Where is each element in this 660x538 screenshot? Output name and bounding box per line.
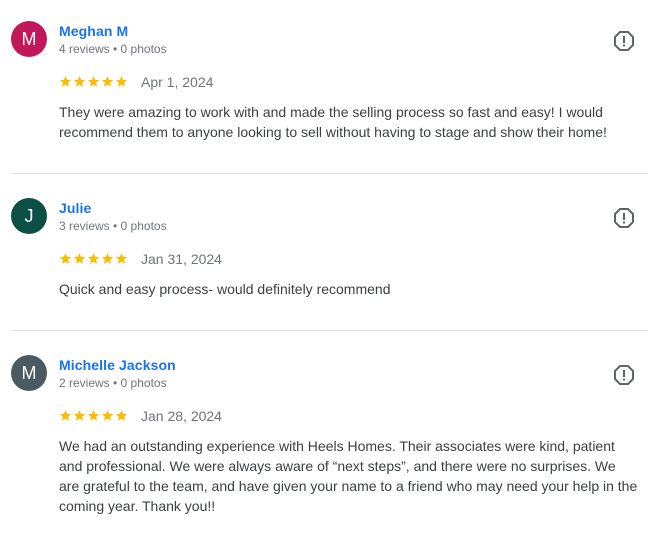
reviewer-name[interactable]: Michelle Jackson [59, 357, 176, 373]
review-text: We had an outstanding experience with He… [59, 438, 638, 514]
star-icon [87, 410, 100, 421]
review-card: M Meghan M 4 reviews • 0 photos Apr 1, 2… [0, 0, 660, 173]
avatar[interactable]: M [11, 355, 47, 391]
star-icon [59, 76, 72, 87]
report-icon[interactable] [613, 207, 635, 229]
star-rating [59, 252, 129, 266]
reviewer-meta: 2 reviews • 0 photos [59, 376, 167, 390]
avatar[interactable]: M [11, 21, 47, 57]
star-icon [101, 253, 114, 264]
star-icon [73, 76, 86, 87]
review-card: M Michelle Jackson 2 reviews • 0 photos … [0, 331, 660, 538]
star-icon [115, 410, 128, 421]
report-icon[interactable] [613, 30, 635, 52]
star-rating [59, 409, 129, 423]
review-text: Quick and easy process- would definitely… [59, 281, 391, 297]
reviewer-name[interactable]: Julie [59, 200, 91, 216]
reviewer-name[interactable]: Meghan M [59, 23, 128, 39]
report-icon[interactable] [613, 364, 635, 386]
review-date: Apr 1, 2024 [141, 74, 214, 90]
review-text: They were amazing to work with and made … [59, 104, 607, 140]
review-date: Jan 31, 2024 [141, 251, 222, 267]
star-rating [59, 75, 129, 89]
star-icon [101, 410, 114, 421]
star-icon [101, 76, 114, 87]
star-icon [87, 253, 100, 264]
star-icon [73, 410, 86, 421]
star-icon [115, 76, 128, 87]
reviewer-meta: 3 reviews • 0 photos [59, 219, 167, 233]
star-icon [115, 253, 128, 264]
avatar[interactable]: J [11, 198, 47, 234]
review-card: J Julie 3 reviews • 0 photos Jan 31, 202… [0, 174, 660, 330]
reviewer-meta: 4 reviews • 0 photos [59, 42, 167, 56]
review-date: Jan 28, 2024 [141, 408, 222, 424]
star-icon [59, 410, 72, 421]
star-icon [59, 253, 72, 264]
star-icon [73, 253, 86, 264]
star-icon [87, 76, 100, 87]
